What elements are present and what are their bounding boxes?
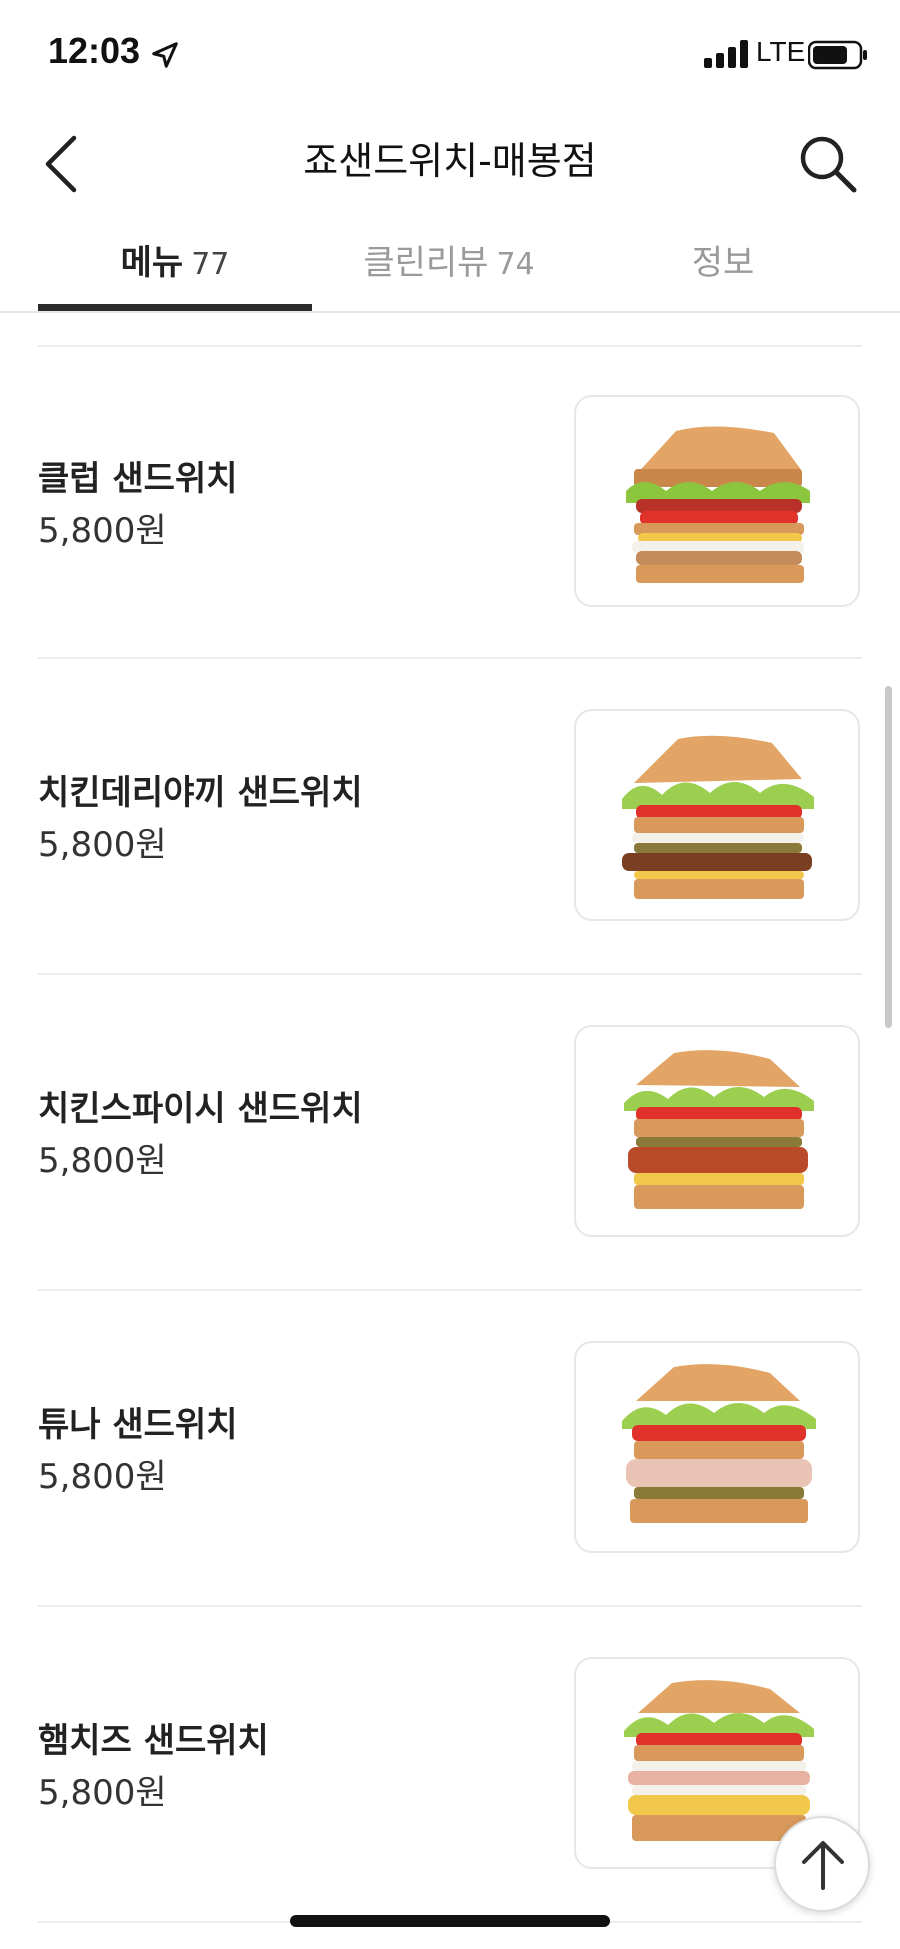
menu-item-chicken-spicy-sandwich[interactable]: 치킨스파이시 샌드위치 5,800원 — [0, 975, 900, 1287]
menu-item-name: 치킨스파이시 샌드위치 — [38, 1089, 363, 1129]
arrow-up-icon — [802, 1841, 844, 1890]
status-bar: 12:03 LTE — [0, 0, 900, 100]
menu-item-tuna-sandwich[interactable]: 튜나 샌드위치 5,800원 — [0, 1291, 900, 1603]
tab-clean-review[interactable]: 클린리뷰 74 — [312, 235, 586, 301]
active-tab-indicator — [38, 304, 312, 311]
menu-item-name: 클럽 샌드위치 — [38, 459, 238, 499]
search-button[interactable] — [796, 132, 860, 196]
tuna-sandwich-image — [574, 1341, 860, 1553]
club-sandwich-image — [574, 395, 860, 607]
home-indicator[interactable] — [290, 1915, 610, 1927]
tab-bar: 메뉴 77 클린리뷰 74 정보 — [0, 225, 900, 313]
tab-info-label: 정보 — [691, 243, 755, 283]
navigation-header: 죠샌드위치-매봉점 — [0, 110, 900, 210]
app-screen: 12:03 LTE 죠샌드위치-매봉점 메뉴 77 클린리뷰 74 정보 클럽 … — [0, 0, 900, 1949]
tab-clean-review-count: 74 — [496, 247, 535, 282]
search-icon — [800, 136, 857, 193]
menu-item-name: 튜나 샌드위치 — [38, 1405, 238, 1445]
scroll-to-top-button[interactable] — [774, 1816, 870, 1912]
tab-menu[interactable]: 메뉴 77 — [38, 235, 312, 301]
tab-clean-review-label: 클린리뷰 — [363, 243, 489, 283]
menu-item-price: 5,800원 — [38, 825, 167, 865]
menu-item-name: 햄치즈 샌드위치 — [38, 1721, 269, 1761]
sandwich-icon — [626, 426, 810, 583]
location-arrow-icon — [152, 42, 178, 68]
sandwich-icon — [622, 735, 814, 899]
status-time: 12:03 — [48, 30, 141, 71]
battery-icon — [808, 40, 867, 70]
scrollbar[interactable] — [885, 686, 892, 1028]
chicken-spicy-sandwich-image — [574, 1025, 860, 1237]
page-title: 죠샌드위치-매봉점 — [303, 139, 597, 183]
tab-menu-count: 77 — [191, 247, 230, 282]
network-type: LTE — [756, 36, 806, 67]
menu-item-club-sandwich[interactable]: 클럽 샌드위치 5,800원 — [0, 345, 900, 657]
menu-item-price: 5,800원 — [38, 1457, 167, 1497]
menu-item-ham-cheese-sandwich[interactable]: 햄치즈 샌드위치 5,800원 — [0, 1607, 900, 1919]
menu-item-price: 5,800원 — [38, 1141, 167, 1181]
menu-item-name: 치킨데리야끼 샌드위치 — [38, 773, 363, 813]
menu-item-price: 5,800원 — [38, 1773, 167, 1813]
menu-item-chicken-teriyaki-sandwich[interactable]: 치킨데리야끼 샌드위치 5,800원 — [0, 659, 900, 971]
signal-bars-icon — [704, 40, 748, 68]
tab-menu-label: 메뉴 — [120, 243, 184, 283]
menu-item-price: 5,800원 — [38, 511, 167, 551]
chicken-teriyaki-sandwich-image — [574, 709, 860, 921]
sandwich-icon — [624, 1050, 814, 1209]
sandwich-icon — [622, 1364, 816, 1523]
tab-info[interactable]: 정보 — [586, 235, 860, 301]
